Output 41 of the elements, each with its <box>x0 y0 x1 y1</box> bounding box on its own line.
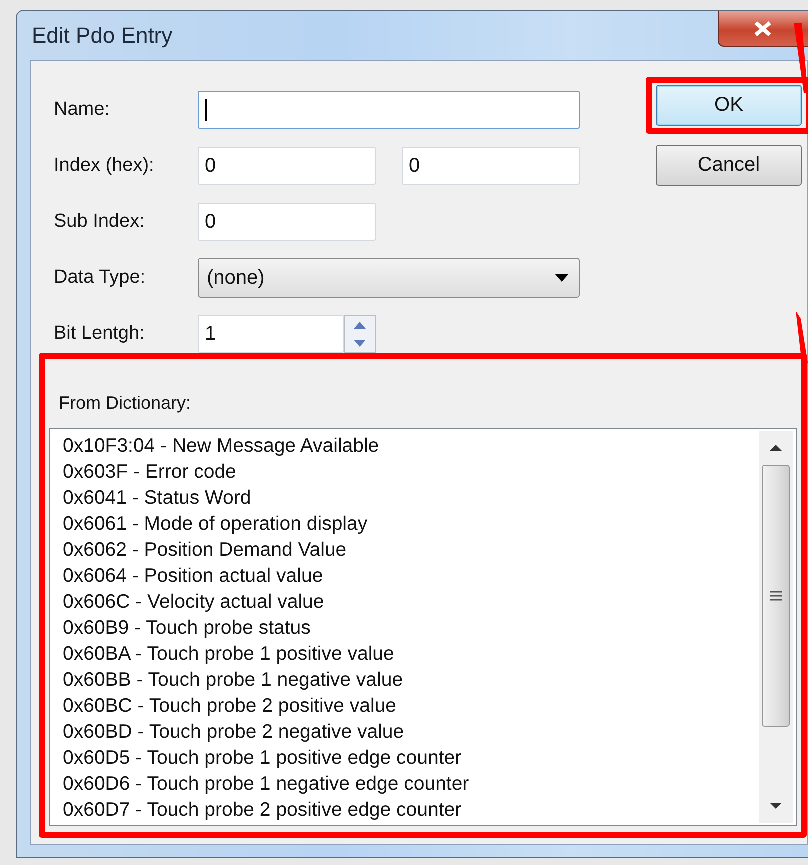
close-button[interactable] <box>718 11 808 47</box>
text-caret <box>205 99 207 121</box>
list-item[interactable]: 0x60D5 - Touch probe 1 positive edge counter <box>63 745 759 771</box>
input-field[interactable]: 0 <box>198 203 376 241</box>
up-arrow-icon <box>354 322 366 328</box>
list-item[interactable]: 0x606C - Velocity actual value <box>63 589 759 615</box>
list-item[interactable]: 0x6061 - Mode of operation display <box>63 511 759 537</box>
field-label: Index (hex): <box>54 155 156 177</box>
list-item[interactable]: 0x603F - Error code <box>63 459 759 485</box>
field-label: Name: <box>54 99 111 121</box>
list-item[interactable]: 0x60BC - Touch probe 2 positive value <box>63 693 759 719</box>
input-field[interactable]: 0 <box>402 147 580 185</box>
cancel-button[interactable]: Cancel <box>656 145 802 186</box>
group-label: From Dictionary: <box>58 393 192 414</box>
down-arrow-icon <box>770 803 782 809</box>
scroll-thumb[interactable] <box>762 465 790 727</box>
field-label: Bit Lentgh: <box>54 323 146 345</box>
list-item[interactable]: 0x60BB - Touch probe 1 negative value <box>63 667 759 693</box>
list-item[interactable]: 0x60BA - Touch probe 1 positive value <box>63 641 759 667</box>
list-item[interactable]: 0x6064 - Position actual value <box>63 563 759 589</box>
list-item[interactable]: 0x60D7 - Touch probe 2 positive edge counter <box>63 797 759 823</box>
input-field[interactable]: 1 <box>198 315 344 353</box>
ok-button[interactable]: OK <box>656 85 802 126</box>
up-arrow-icon <box>770 445 782 451</box>
close-icon <box>753 20 773 36</box>
list-item[interactable]: 0x10F3:04 - New Message Available <box>63 433 759 459</box>
list-item[interactable]: 0x6062 - Position Demand Value <box>63 537 759 563</box>
input-field[interactable] <box>198 91 580 129</box>
dropdown-arrow-icon <box>555 274 569 282</box>
window-title: Edit Pdo Entry <box>31 22 173 48</box>
scrollbar[interactable] <box>759 431 793 823</box>
input-field[interactable]: 0 <box>198 147 376 185</box>
list-item[interactable]: 0x6041 - Status Word <box>63 485 759 511</box>
field-label: Data Type: <box>54 267 147 289</box>
grip-icon <box>770 590 782 602</box>
dropdown[interactable]: (none) <box>198 258 580 298</box>
down-arrow-icon <box>354 340 366 346</box>
field-label: Sub Index: <box>54 211 146 233</box>
list-item[interactable]: 0x60B9 - Touch probe status <box>63 615 759 641</box>
list-item[interactable]: 0x60BD - Touch probe 2 negative value <box>63 719 759 745</box>
list-item[interactable]: 0x60D6 - Touch probe 1 negative edge counter <box>63 771 759 797</box>
